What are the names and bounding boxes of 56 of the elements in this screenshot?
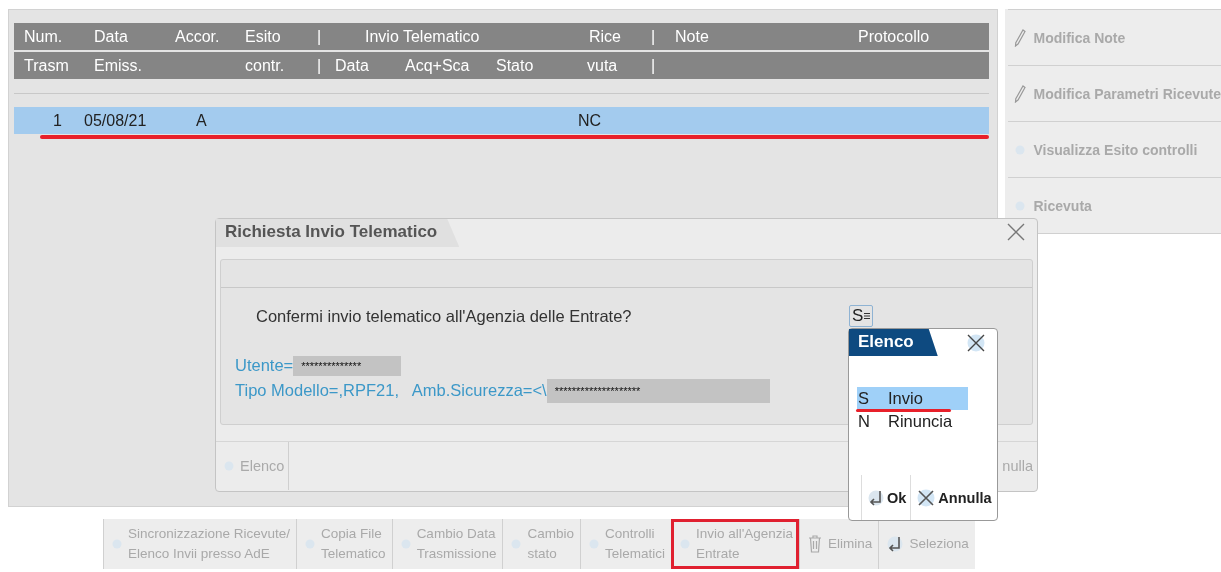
- column-header: contr.: [245, 56, 286, 75]
- list-item[interactable]: N Rinuncia: [857, 410, 968, 433]
- column-header: vuta: [587, 56, 619, 75]
- dialog-button[interactable]: Elenco: [216, 442, 290, 490]
- pencil-icon: [1014, 84, 1027, 103]
- column-header: Num.: [24, 27, 64, 46]
- dialog-title: Richiesta Invio Telematico: [216, 219, 460, 247]
- toolbar-button[interactable]: Copia File Telematico: [296, 519, 392, 569]
- column-header: Trasm: [24, 56, 70, 75]
- column-header: Note: [675, 27, 710, 46]
- masked-value: **************: [293, 355, 402, 376]
- column-header: |: [651, 56, 657, 75]
- toolbar-button[interactable]: Controlli Telematici: [579, 519, 671, 569]
- close-icon: [917, 488, 936, 507]
- table-cell-text: NC: [578, 111, 603, 130]
- column-header: Data: [335, 56, 370, 75]
- toolbar-button[interactable]: Cambio Data Trasmissione: [391, 519, 503, 569]
- toolbar-button[interactable]: Elimina: [799, 519, 879, 569]
- toolbar-button[interactable]: Seleziona: [878, 519, 975, 569]
- enter-arrow-icon: [868, 488, 884, 507]
- column-header: Esito: [245, 27, 282, 46]
- answer-field[interactable]: S: [849, 305, 874, 327]
- column-header: Rice: [589, 27, 622, 46]
- dialog-button[interactable]: nulla: [994, 442, 1037, 490]
- side-action[interactable]: Modifica Note: [1008, 10, 1221, 66]
- column-header: Acq+Sca: [405, 56, 471, 75]
- close-icon[interactable]: [967, 333, 985, 352]
- question-text: Confermi invio telematico all'Agenzia delle Entrate?: [256, 306, 633, 326]
- enter-arrow-icon: [887, 535, 904, 553]
- table-cell-text: A: [196, 111, 208, 130]
- column-header: |: [317, 56, 323, 75]
- popup-button[interactable]: Ok: [861, 475, 911, 520]
- side-action[interactable]: Visualizza Esito controlli: [1008, 122, 1221, 178]
- column-header: Accor.: [175, 27, 221, 46]
- column-header: |: [317, 27, 323, 46]
- side-action[interactable]: Modifica Parametri Ricevute: [1008, 66, 1221, 122]
- popup-button[interactable]: Annulla: [910, 475, 996, 520]
- list-item[interactable]: S Invio: [857, 387, 968, 410]
- column-header: Protocollo: [858, 27, 931, 46]
- pencil-icon: [1014, 28, 1027, 47]
- toolbar-button[interactable]: Cambio stato: [502, 519, 580, 569]
- info-label: Tipo Modello=,RPF21, Amb.Sicurezza=<\: [235, 381, 547, 400]
- masked-value: ********************: [546, 378, 771, 403]
- column-header: Emiss.: [94, 56, 143, 75]
- table-cell-text: 05/08/21: [84, 111, 148, 130]
- list-icon: [864, 312, 871, 320]
- trash-icon: [808, 535, 823, 553]
- column-header: Data: [94, 27, 129, 46]
- info-label: Utente=: [235, 356, 294, 375]
- toolbar-button[interactable]: Sincronizzazione Ricevute/ Elenco Invii presso AdE: [103, 519, 297, 569]
- toolbar-button[interactable]: Invio all'Agenzia Entrate: [670, 519, 800, 569]
- column-header: |: [651, 27, 657, 46]
- popup-title: Elenco: [849, 329, 938, 356]
- column-header: Stato: [496, 56, 535, 75]
- column-header: Invio Telematico: [364, 27, 481, 46]
- table-cell-text: 1: [52, 111, 62, 130]
